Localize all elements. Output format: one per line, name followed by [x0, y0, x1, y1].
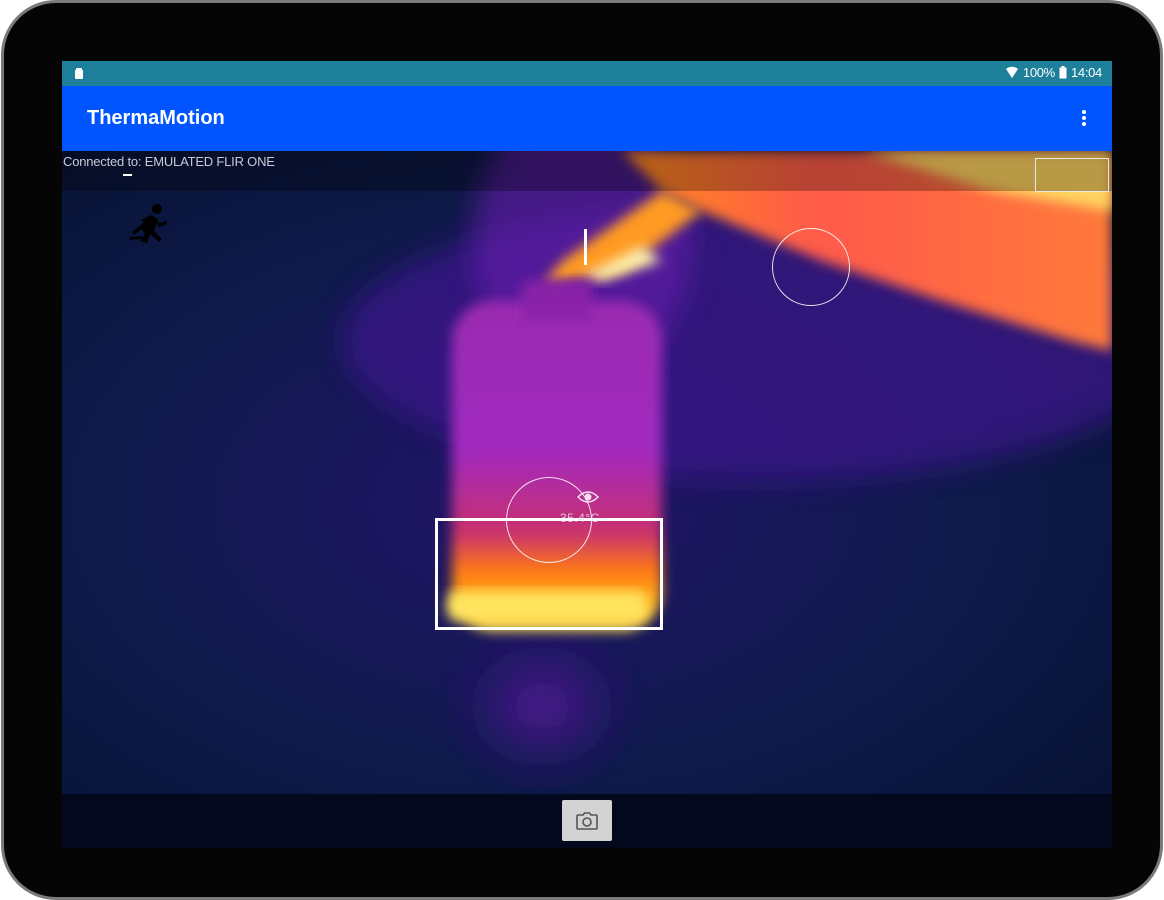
app-title: ThermaMotion [87, 107, 225, 129]
clock: 14:04 [1070, 65, 1102, 80]
reference-region-box [1035, 158, 1109, 192]
thermal-image [62, 151, 1112, 794]
battery-percent: 100% [1022, 65, 1055, 80]
bottom-bar [62, 794, 1112, 848]
capture-button[interactable] [562, 800, 612, 841]
wifi-icon [1005, 66, 1018, 78]
app-screen: 100% 14:04 ThermaMotion Connected to: EM… [62, 61, 1112, 848]
connection-strip: Connected to: EMULATED FLIR ONE [62, 151, 1112, 191]
measure-circle-hand[interactable] [772, 228, 850, 306]
overflow-menu-button[interactable] [1072, 104, 1096, 132]
notification-icon [75, 68, 83, 79]
battery-icon [1059, 66, 1067, 79]
app-bar: ThermaMotion [62, 86, 1112, 151]
detection-box[interactable] [435, 518, 663, 630]
tablet-frame: 100% 14:04 ThermaMotion Connected to: EM… [4, 3, 1160, 897]
spot-meter-icon [576, 491, 600, 503]
running-person-icon [129, 204, 167, 243]
spot-temperature: 35.4°C [560, 511, 600, 525]
connection-status: Connected to: EMULATED FLIR ONE [63, 154, 275, 169]
status-bar: 100% 14:04 [62, 61, 1112, 86]
overflow-menu-icon [1082, 110, 1086, 126]
status-right-group: 100% 14:04 [1005, 65, 1102, 80]
status-indicator [123, 174, 132, 176]
camera-icon [576, 811, 598, 830]
thermal-camera-view[interactable]: Connected to: EMULATED FLIR ONE 35.4°C [62, 151, 1112, 794]
